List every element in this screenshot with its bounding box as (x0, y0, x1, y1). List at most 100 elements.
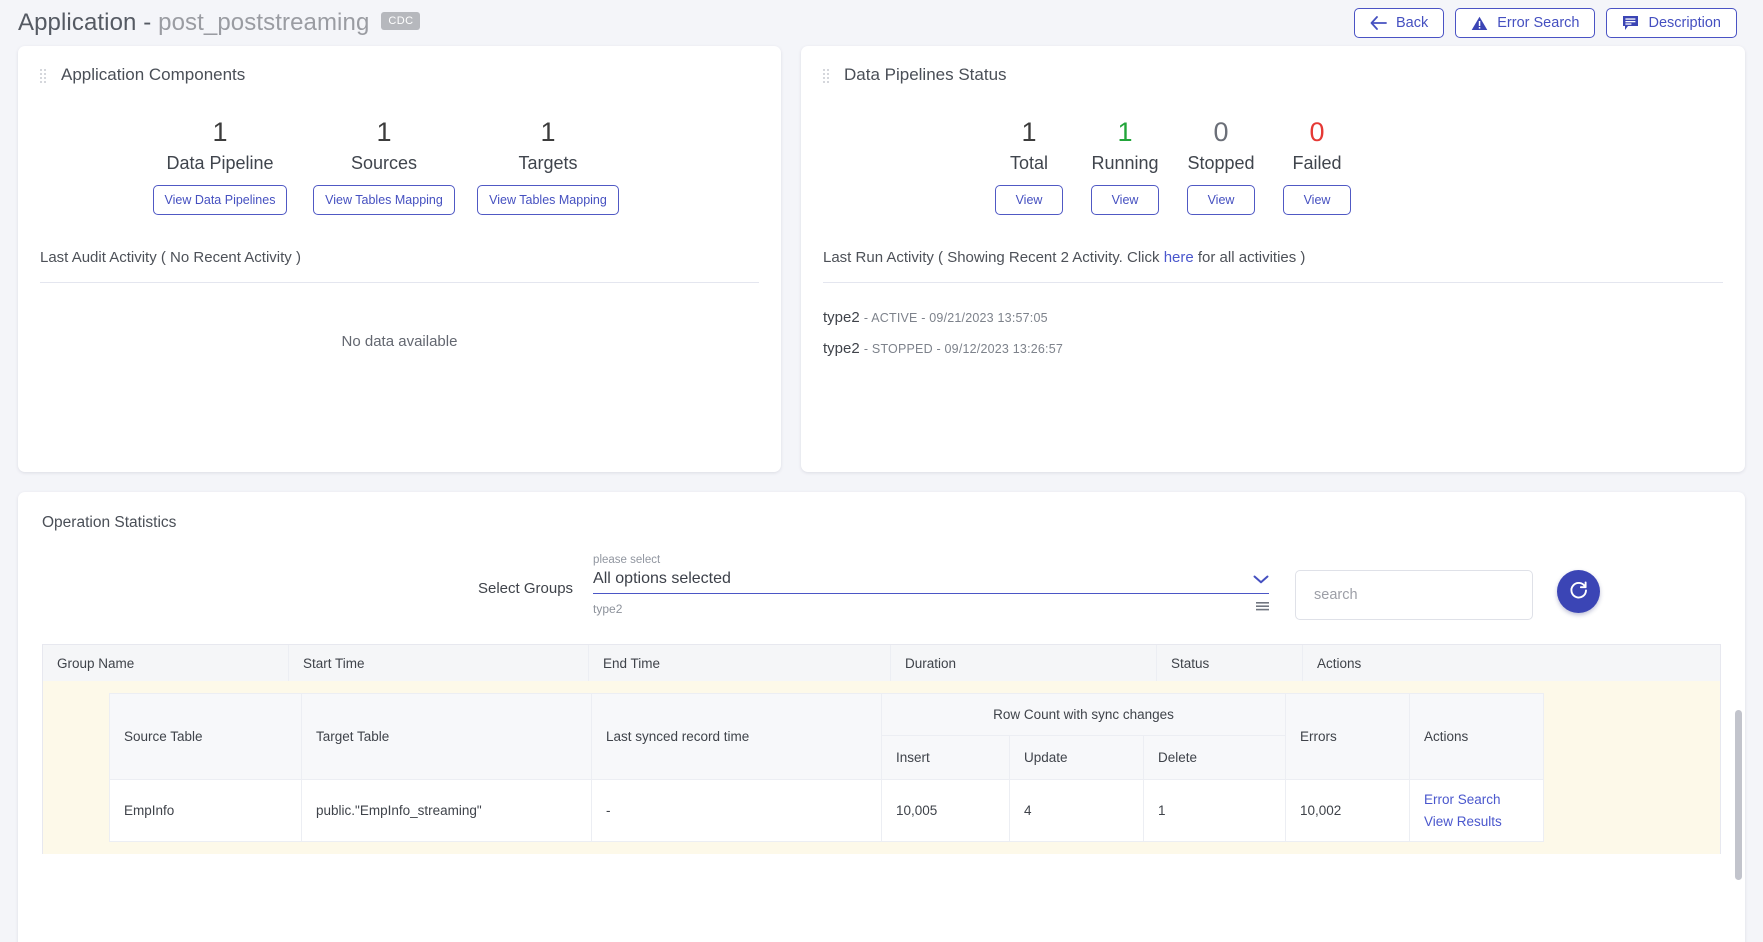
stat-total: 1 Total View (981, 117, 1077, 216)
cell-actions: Error Search View Results (1409, 779, 1544, 842)
data-pipelines-status-header: Data Pipelines Status (801, 46, 1745, 85)
run-name: type2 (823, 340, 860, 358)
all-activities-link[interactable]: here (1164, 249, 1194, 266)
stat-total-label: Total (1009, 153, 1049, 174)
drag-handle-icon[interactable] (40, 68, 49, 83)
operation-statistics-table: Group Name Start Time End Time Duration … (42, 644, 1721, 854)
column-header-end-time: End Time (589, 645, 891, 681)
stat-stopped: 0 Stopped View (1173, 117, 1269, 216)
view-failed-button[interactable]: View (1282, 185, 1352, 216)
run-meta: - ACTIVE - 09/21/2023 13:57:05 (863, 311, 1048, 326)
description-button-label: Description (1648, 15, 1721, 31)
top-bar: Application - post_poststreaming CDC Back… (0, 0, 1763, 46)
inner-table-body: EmpInfo public."EmpInfo_streaming" - 10,… (109, 779, 1544, 842)
column-header-duration: Duration (891, 645, 1157, 681)
column-header-status: Status (1157, 645, 1303, 681)
cell-errors: 10,002 (1285, 779, 1410, 842)
cards-row: Application Components 1 Data Pipeline V… (0, 46, 1763, 472)
inner-details-table: Source Table Target Table Last synced re… (109, 693, 1544, 842)
application-components-card: Application Components 1 Data Pipeline V… (18, 46, 781, 472)
chevron-down-icon[interactable] (1253, 573, 1269, 588)
drag-handle-icon[interactable] (823, 68, 832, 83)
stat-total-value: 1 (1021, 117, 1037, 147)
no-data-message: No data available (341, 333, 458, 351)
table-header-row: Group Name Start Time End Time Duration … (43, 645, 1720, 681)
stat-failed: 0 Failed View (1269, 117, 1365, 216)
stat-failed-value: 0 (1309, 117, 1325, 147)
warning-triangle-icon (1471, 16, 1488, 31)
last-run-activity-suffix: for all activities ) (1193, 249, 1306, 267)
stat-data-pipeline: 1 Data Pipeline View Data Pipelines (138, 117, 302, 216)
last-run-activity-prefix: Last Run Activity ( Showing Recent 2 Act… (823, 249, 1164, 267)
last-audit-activity-text: Last Audit Activity ( No Recent Activity… (40, 249, 301, 267)
resize-handle-icon[interactable] (1256, 602, 1270, 616)
vertical-scrollbar[interactable] (1735, 710, 1742, 880)
stat-sources-value: 1 (376, 117, 392, 147)
cell-last-synced: - (591, 779, 882, 842)
stat-stopped-label: Stopped (1187, 153, 1255, 174)
refresh-button[interactable] (1557, 570, 1601, 613)
stat-failed-label: Failed (1292, 153, 1342, 174)
data-pipelines-status-stats: 1 Total View 1 Running View 0 Stopped Vi… (801, 117, 1745, 216)
column-header-actions: Actions (1317, 655, 1362, 671)
column-header-inner-actions: Actions (1409, 693, 1544, 780)
column-header-errors: Errors (1285, 693, 1410, 780)
view-stopped-button[interactable]: View (1186, 185, 1256, 216)
operation-statistics-controls: Select Groups please select All options … (18, 554, 1745, 620)
top-bar-actions: Back Error Search Description (1354, 8, 1737, 38)
table-row: EmpInfo public."EmpInfo_streaming" - 10,… (109, 779, 1544, 842)
operation-statistics-title: Operation Statistics (42, 514, 177, 531)
view-tables-mapping-targets-button[interactable]: View Tables Mapping (477, 185, 619, 216)
view-data-pipelines-button[interactable]: View Data Pipelines (152, 185, 288, 216)
application-components-title: Application Components (61, 65, 246, 84)
stat-sources: 1 Sources View Tables Mapping (302, 117, 466, 216)
column-header-last-synced-record-time: Last synced record time (591, 693, 882, 780)
select-groups-subtext-row: type2 (593, 602, 1270, 616)
column-header-group-name: Group Name (43, 645, 289, 681)
column-header-row-count-group: Row Count with sync changes (881, 693, 1286, 736)
back-button-label: Back (1396, 15, 1429, 31)
search-box[interactable] (1295, 570, 1534, 620)
column-header-start-time: Start Time (289, 645, 589, 681)
select-groups-field[interactable]: please select All options selected type2 (593, 554, 1270, 616)
cell-insert: 10,005 (881, 779, 1010, 842)
application-components-stats: 1 Data Pipeline View Data Pipelines 1 So… (18, 117, 781, 216)
page-title: Application - post_poststreaming CDC (18, 9, 421, 37)
back-button[interactable]: Back (1354, 8, 1445, 38)
stat-running-value: 1 (1117, 117, 1133, 147)
view-total-button[interactable]: View (994, 185, 1064, 216)
error-search-button[interactable]: Error Search (1455, 8, 1596, 38)
stat-sources-label: Sources (350, 153, 418, 174)
select-groups-value-row[interactable]: All options selected (593, 570, 1270, 594)
data-pipelines-status-card: Data Pipelines Status 1 Total View 1 Run… (801, 46, 1745, 472)
list-item: type2 - ACTIVE - 09/21/2023 13:57:05 (823, 309, 1723, 326)
column-header-target-table: Target Table (301, 693, 592, 780)
description-button[interactable]: Description (1606, 8, 1737, 38)
table-header-row: Source Table Target Table Last synced re… (109, 693, 1544, 780)
stat-data-pipeline-label: Data Pipeline (166, 153, 274, 174)
column-header-source-table: Source Table (109, 693, 302, 780)
stat-targets-value: 1 (540, 117, 556, 147)
row-error-search-link[interactable]: Error Search (1424, 789, 1529, 811)
view-tables-mapping-sources-button[interactable]: View Tables Mapping (313, 185, 455, 216)
stat-running: 1 Running View (1077, 117, 1173, 216)
search-input[interactable] (1312, 586, 1517, 604)
error-search-button-label: Error Search (1497, 15, 1580, 31)
run-meta: - STOPPED - 09/12/2023 13:26:57 (863, 342, 1064, 357)
list-item: type2 - STOPPED - 09/12/2023 13:26:57 (823, 340, 1723, 357)
stat-running-label: Running (1091, 153, 1159, 174)
stat-targets: 1 Targets View Tables Mapping (466, 117, 630, 216)
stat-targets-label: Targets (518, 153, 578, 174)
refresh-icon (1568, 580, 1589, 604)
divider (823, 282, 1723, 284)
page-title-app-name: post_poststreaming (158, 9, 370, 36)
row-view-results-link[interactable]: View Results (1424, 811, 1529, 833)
comment-icon (1622, 15, 1639, 31)
cell-delete: 1 (1143, 779, 1286, 842)
select-groups-hint: please select (593, 554, 661, 566)
expanded-row-detail: Source Table Target Table Last synced re… (43, 681, 1720, 854)
column-header-delete: Delete (1143, 735, 1286, 780)
cdc-badge: CDC (381, 12, 421, 30)
view-running-button[interactable]: View (1090, 185, 1160, 216)
page-title-prefix: Application - (18, 9, 159, 36)
